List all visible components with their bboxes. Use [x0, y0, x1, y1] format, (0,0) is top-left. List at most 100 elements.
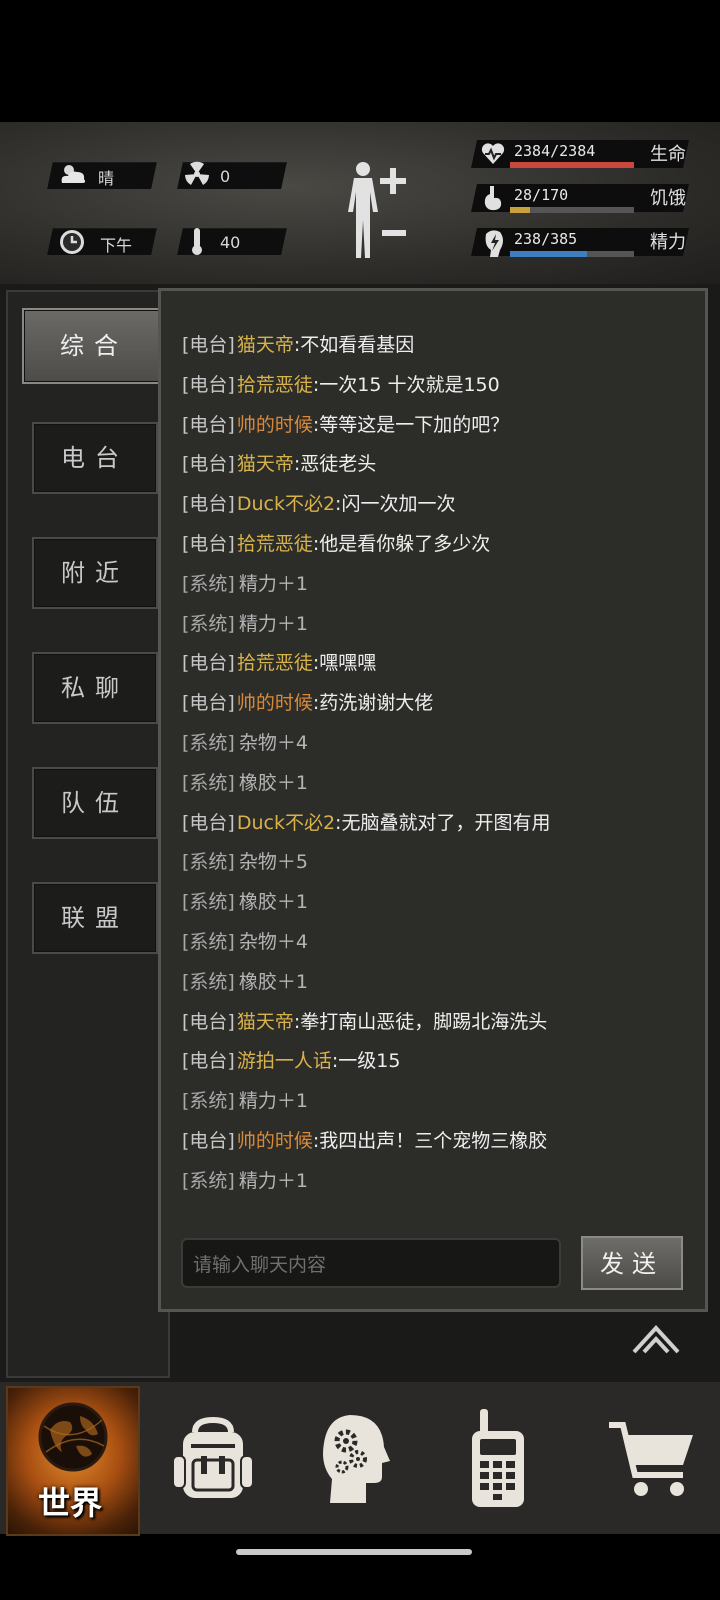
chat-message: [系统] 精力＋1 — [182, 1086, 308, 1113]
tab-nearby[interactable]: 附近 — [32, 537, 158, 609]
weather-icon — [58, 161, 88, 194]
thermometer-icon — [190, 226, 204, 263]
message-channel-tag: [系统] — [182, 1090, 235, 1112]
chat-message: [电台] 拾荒恶徒:嘿嘿嘿 — [182, 648, 376, 675]
stamina-label: 精力 — [650, 232, 686, 253]
plus-icon[interactable] — [380, 168, 406, 194]
message-sender[interactable]: Duck不必2 — [237, 812, 335, 834]
stomach-icon — [482, 184, 504, 216]
message-text: :嘿嘿嘿 — [312, 652, 377, 674]
tab-radio[interactable]: 电台 — [32, 422, 158, 494]
message-channel-tag: [系统] — [182, 851, 235, 873]
message-sender[interactable]: 游拍一人话 — [237, 1050, 332, 1072]
tab-alliance[interactable]: 联盟 — [32, 882, 158, 954]
chat-message: [电台] 猫天帝:不如看看基因 — [182, 330, 414, 357]
message-text: :恶徒老头 — [293, 453, 377, 475]
nav-backpack[interactable] — [150, 1386, 276, 1532]
tab-general[interactable]: 综合 — [22, 308, 166, 384]
stamina-track — [510, 251, 634, 257]
nav-radio[interactable] — [440, 1386, 556, 1532]
health-value: 2384/2384 — [514, 142, 596, 160]
body-figure-icon[interactable] — [342, 160, 384, 264]
chat-message: [电台] 拾荒恶徒:他是看你躲了多少次 — [182, 529, 490, 556]
message-text: :一级15 — [331, 1050, 401, 1072]
cart-icon — [609, 1422, 693, 1496]
stamina-value: 238/385 — [514, 230, 578, 248]
chat-message: [电台] 游拍一人话:一级15 — [182, 1046, 400, 1073]
tab-private[interactable]: 私聊 — [32, 652, 158, 724]
message-channel-tag: [电台] — [182, 414, 235, 436]
chat-input[interactable]: 请输入聊天内容 — [181, 1238, 561, 1288]
message-sender[interactable]: 拾荒恶徒 — [237, 374, 313, 396]
message-channel-tag: [电台] — [182, 374, 235, 396]
chat-message: [系统] 精力＋1 — [182, 569, 308, 596]
message-channel-tag: [电台] — [182, 692, 235, 714]
chat-message: [电台] 帅的时候:等等这是一下加的吧？ — [182, 410, 509, 437]
message-channel-tag: [系统] — [182, 613, 235, 635]
message-channel-tag: [系统] — [182, 1170, 235, 1192]
nav-world[interactable]: 世界 — [6, 1386, 140, 1536]
message-channel-tag: [电台] — [182, 453, 235, 475]
backpack-icon — [173, 1416, 253, 1498]
health-fill — [510, 162, 634, 168]
health-label: 生命 — [650, 144, 686, 165]
energy-icon — [482, 228, 506, 262]
chat-log[interactable] — [170, 300, 688, 1218]
hunger-track — [510, 207, 634, 213]
nav-shop[interactable] — [590, 1386, 714, 1532]
message-channel-tag: [电台] — [182, 652, 235, 674]
walkie-talkie-icon — [472, 1409, 524, 1507]
message-channel-tag: [电台] — [182, 1050, 235, 1072]
message-sender[interactable]: 猫天帝 — [237, 453, 294, 475]
nav-skills[interactable] — [300, 1386, 410, 1532]
home-indicator[interactable] — [236, 1549, 472, 1555]
message-text: 精力＋1 — [238, 1170, 308, 1192]
message-channel-tag: [电台] — [182, 493, 235, 515]
message-channel-tag: [系统] — [182, 891, 235, 913]
chat-message: [电台] Duck不必2:无脑叠就对了，开图有用 — [182, 808, 550, 835]
minus-icon[interactable] — [382, 230, 406, 236]
head-gears-icon — [323, 1415, 390, 1503]
send-button[interactable]: 发送 — [581, 1236, 683, 1290]
chat-message: [电台] 拾荒恶徒:一次15 十次就是150 — [182, 370, 500, 397]
status-header: 晴 0 下午 40 2384/2384 生命 28/170 饥饿 238/385… — [0, 122, 720, 286]
message-channel-tag: [电台] — [182, 1011, 235, 1033]
chat-message: [系统] 精力＋1 — [182, 1166, 308, 1193]
message-text: :一次15 十次就是150 — [312, 374, 500, 396]
chat-message: [系统] 橡胶＋1 — [182, 887, 308, 914]
chat-message: [电台] 猫天帝:恶徒老头 — [182, 449, 376, 476]
message-text: 杂物＋4 — [238, 732, 308, 754]
chat-message: [电台] 帅的时候:药洗谢谢大佬 — [182, 688, 433, 715]
message-text: :等等这是一下加的吧？ — [312, 414, 510, 436]
chat-message: [系统] 杂物＋5 — [182, 847, 308, 874]
message-text: :我四出声！三个宠物三橡胶 — [312, 1130, 548, 1152]
radiation-value: 0 — [220, 167, 231, 186]
hunger-fill — [510, 207, 531, 213]
message-sender[interactable]: 猫天帝 — [237, 334, 294, 356]
message-sender[interactable]: 帅的时候 — [237, 414, 313, 436]
chat-message: [系统] 橡胶＋1 — [182, 768, 308, 795]
weather-value: 晴 — [98, 169, 115, 188]
message-text: 精力＋1 — [238, 1090, 308, 1112]
message-sender[interactable]: 帅的时候 — [237, 692, 313, 714]
chat-message: [电台] 猫天帝:拳打南山恶徒，脚踢北海洗头 — [182, 1007, 547, 1034]
message-sender[interactable]: 猫天帝 — [237, 1011, 294, 1033]
message-text: 精力＋1 — [238, 613, 308, 635]
message-sender[interactable]: Duck不必2 — [237, 493, 335, 515]
message-text: 杂物＋4 — [238, 931, 308, 953]
radiation-icon — [184, 161, 210, 194]
chat-message: [系统] 杂物＋4 — [182, 927, 308, 954]
message-channel-tag: [电台] — [182, 1130, 235, 1152]
time-value: 下午 — [100, 236, 133, 255]
tab-team[interactable]: 队伍 — [32, 767, 158, 839]
message-sender[interactable]: 拾荒恶徒 — [237, 652, 313, 674]
chat-message: [系统] 精力＋1 — [182, 609, 308, 636]
message-text: 精力＋1 — [238, 573, 308, 595]
chat-message: [电台] Duck不必2:闪一次加一次 — [182, 489, 455, 516]
heart-icon — [480, 140, 506, 170]
message-channel-tag: [电台] — [182, 812, 235, 834]
collapse-up-icon[interactable] — [632, 1322, 680, 1358]
message-sender[interactable]: 拾荒恶徒 — [237, 533, 313, 555]
message-sender[interactable]: 帅的时候 — [237, 1130, 313, 1152]
hunger-label: 饥饿 — [650, 188, 686, 209]
